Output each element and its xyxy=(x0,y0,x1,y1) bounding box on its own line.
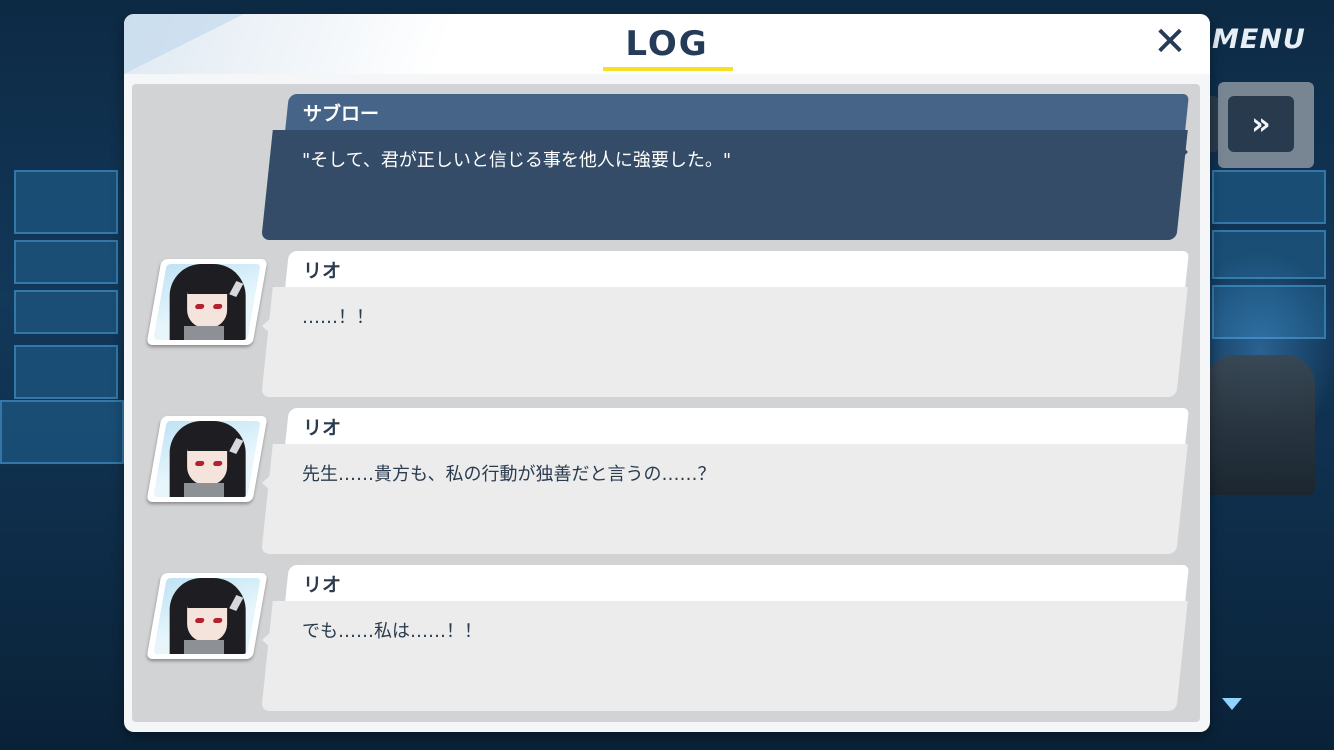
speaker-name-bar xyxy=(285,94,1189,132)
message-text: ……！！ xyxy=(302,307,374,328)
speaker-name-bar xyxy=(285,251,1189,289)
bg-statue xyxy=(1205,355,1315,495)
avatar-collar xyxy=(184,483,225,497)
log-entry: リオ でも……私は……！！ xyxy=(132,565,1200,713)
fast-forward-icon: » xyxy=(1228,96,1294,152)
bg-console xyxy=(0,400,124,464)
menu-button[interactable]: MENU xyxy=(1212,24,1306,55)
log-entry: サブロー "そして、君が正しいと信じる事を他人に強要した。" xyxy=(132,94,1200,242)
title-underline xyxy=(603,67,733,71)
rio-portrait xyxy=(153,264,261,340)
avatar xyxy=(146,573,268,659)
log-list[interactable]: サブロー "そして、君が正しいと信じる事を他人に強要した。" リオ ……！！ リ… xyxy=(132,84,1200,722)
message-text: "そして、君が正しいと信じる事を他人に強要した。" xyxy=(302,150,732,171)
log-title: LOG xyxy=(625,24,709,64)
speaker-name: リオ xyxy=(303,417,342,439)
bg-monitor xyxy=(14,345,118,399)
bg-monitor xyxy=(14,290,118,334)
log-entry: リオ ……！！ xyxy=(132,251,1200,399)
speaker-name: リオ xyxy=(303,574,342,596)
log-header: LOG ✕ xyxy=(124,14,1210,74)
avatar-eye xyxy=(194,618,205,623)
avatar xyxy=(146,416,268,502)
avatar-eye xyxy=(212,618,223,623)
log-entry: リオ 先生……貴方も、私の行動が独善だと言うの……？ xyxy=(132,408,1200,556)
fast-forward-button[interactable]: » xyxy=(1218,82,1314,168)
avatar-eye xyxy=(194,461,205,466)
avatar-eye xyxy=(212,461,223,466)
message-text: 先生……貴方も、私の行動が独善だと言うの……？ xyxy=(302,464,716,485)
bubble-pointer-icon xyxy=(1178,142,1188,162)
message-text: でも……私は……！！ xyxy=(302,621,482,642)
close-icon[interactable]: ✕ xyxy=(1150,22,1190,62)
speaker-name-bar xyxy=(285,408,1189,446)
avatar-eye xyxy=(212,304,223,309)
rio-portrait xyxy=(153,421,261,497)
avatar xyxy=(146,259,268,345)
avatar-bangs xyxy=(187,429,236,451)
speaker-name: サブロー xyxy=(303,103,380,125)
message-bubble xyxy=(261,287,1188,397)
avatar-bangs xyxy=(187,586,236,608)
avatar-eye xyxy=(194,304,205,309)
speaker-name: リオ xyxy=(303,260,342,282)
avatar-bangs xyxy=(187,272,236,294)
scroll-down-icon xyxy=(1222,698,1242,710)
bg-monitor xyxy=(1212,170,1326,224)
bg-monitor xyxy=(14,240,118,284)
bg-monitor xyxy=(14,170,118,234)
rio-portrait xyxy=(153,578,261,654)
avatar-collar xyxy=(184,640,225,654)
speaker-name-bar xyxy=(285,565,1189,603)
avatar-collar xyxy=(184,326,225,340)
log-window: LOG ✕ サブロー "そして、君が正しいと信じる事を他人に強要した。" リオ … xyxy=(124,14,1210,732)
